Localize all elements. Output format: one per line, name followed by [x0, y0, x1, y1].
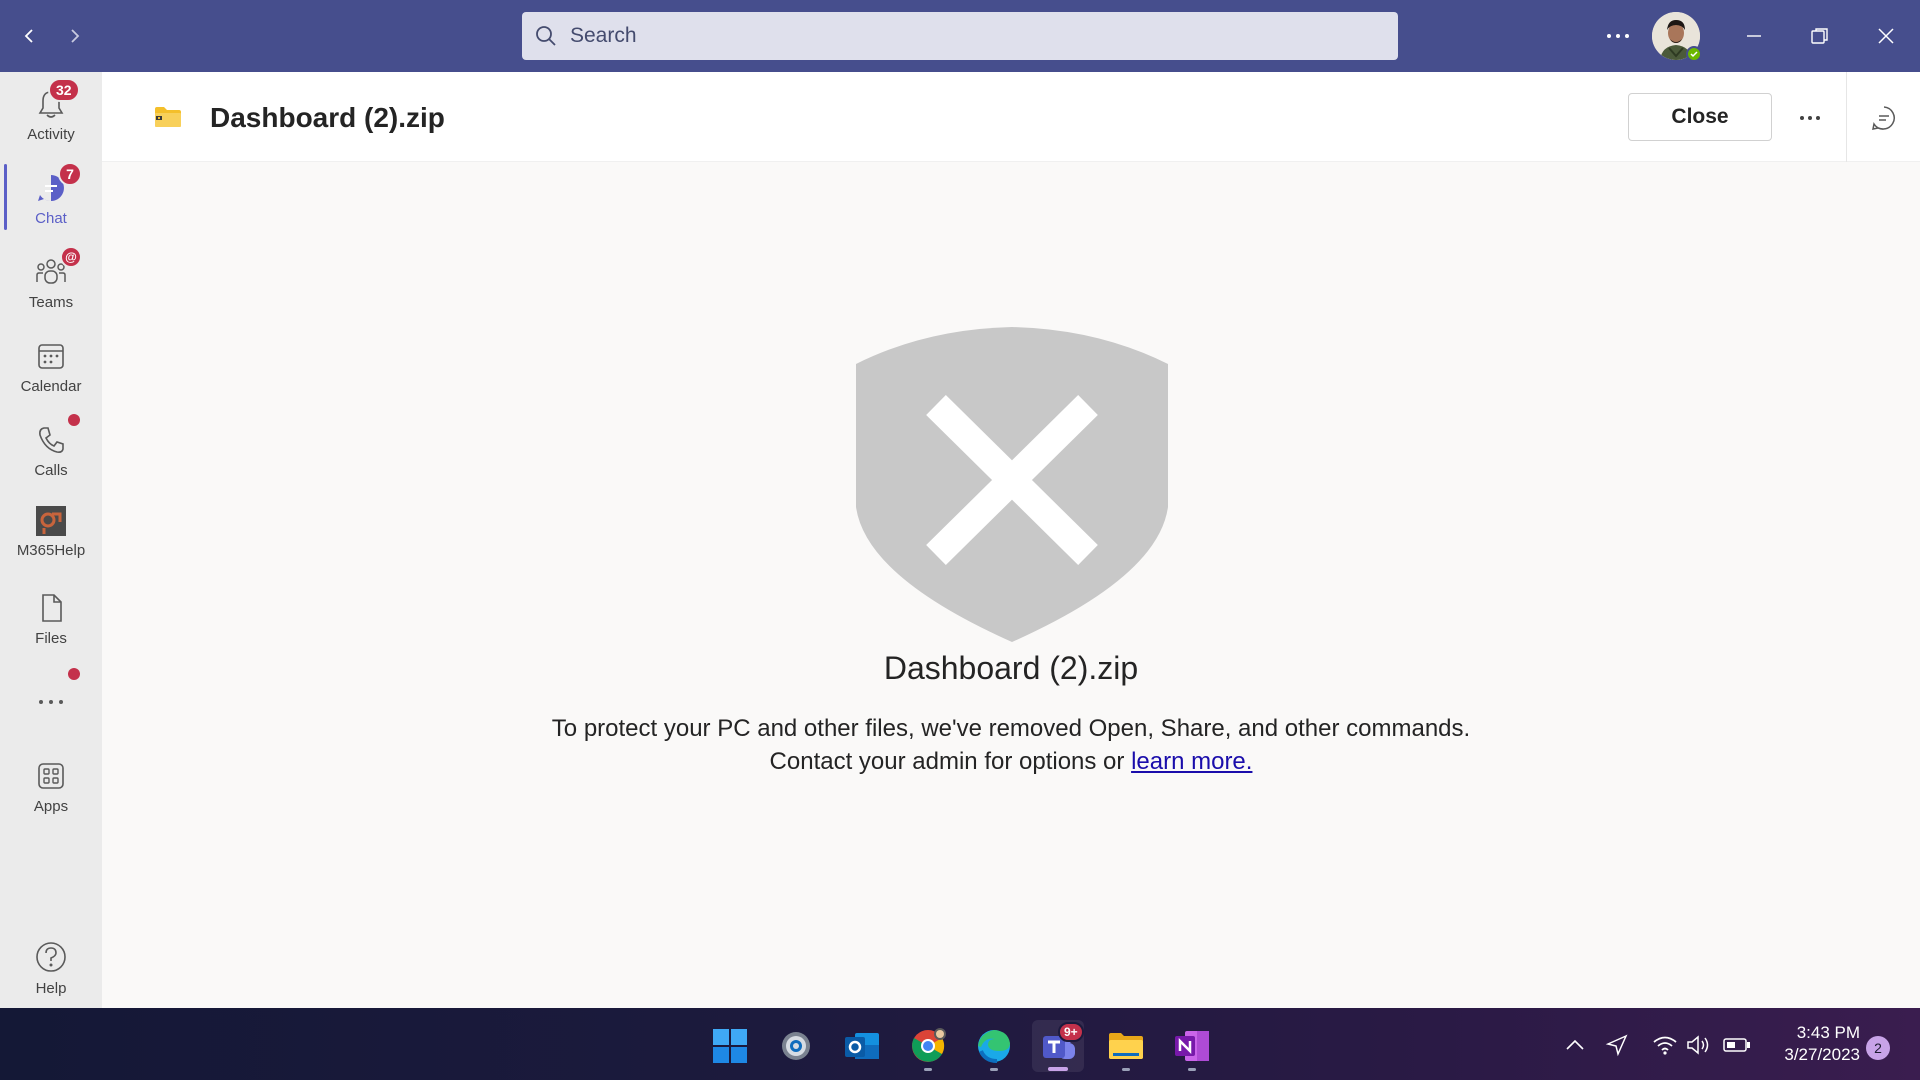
rail-label: Teams — [28, 294, 74, 311]
clock-date: 3/27/2023 — [1784, 1045, 1860, 1064]
rail-label: Chat — [35, 210, 67, 227]
rail-item-m365help[interactable]: M365Help — [0, 496, 102, 576]
admin-message-text: Contact your admin for options or — [769, 748, 1132, 775]
rail-label: Files — [35, 630, 67, 647]
more-apps-notification-dot — [68, 668, 80, 680]
rail-item-teams[interactable]: Teams — [0, 246, 102, 326]
learn-more-link[interactable]: learn more. — [1131, 748, 1252, 775]
title-bar — [0, 0, 1920, 72]
file-title: Dashboard (2).zip — [210, 102, 445, 133]
windows-logo-icon — [713, 1029, 747, 1063]
taskbar-edge[interactable] — [968, 1020, 1020, 1072]
back-button[interactable] — [14, 20, 46, 52]
show-conversation-button[interactable] — [1864, 98, 1904, 138]
close-icon — [1878, 28, 1894, 44]
location-tray-button[interactable] — [1602, 1030, 1632, 1060]
rail-item-calendar[interactable]: Calendar — [0, 330, 102, 410]
outlook-icon — [845, 1033, 879, 1059]
calls-notification-dot — [68, 414, 80, 426]
chevron-left-icon — [24, 29, 33, 43]
presence-available-icon — [1686, 46, 1702, 62]
more-options-button[interactable] — [1790, 100, 1830, 136]
windows-taskbar: 9+ 3:43 PM 3/27/2023 2 — [0, 1008, 1920, 1080]
rail-label: Help — [35, 980, 67, 997]
teams-taskbar-badge: 9+ — [1058, 1022, 1084, 1042]
clock-time: 3:43 PM — [1796, 1023, 1860, 1042]
rail-item-help[interactable]: Help — [0, 930, 102, 1010]
edge-icon — [978, 1030, 1010, 1063]
rail-item-apps[interactable]: Apps — [0, 750, 102, 830]
forward-button[interactable] — [58, 20, 90, 52]
close-button[interactable]: Close — [1628, 93, 1772, 141]
more-apps-button[interactable] — [0, 682, 102, 722]
admin-message: Contact your admin for options or learn … — [102, 748, 1920, 776]
gear-icon — [782, 1032, 810, 1060]
restore-icon — [1811, 28, 1828, 44]
wifi-tray-button[interactable] — [1650, 1030, 1680, 1060]
rail-item-chat[interactable]: Chat — [0, 162, 102, 242]
folder-icon — [1109, 1033, 1143, 1059]
calendar-icon — [38, 344, 64, 369]
ellipsis-icon — [39, 700, 63, 704]
taskbar-onenote[interactable] — [1166, 1020, 1218, 1072]
speaker-icon — [1687, 1035, 1709, 1055]
taskbar-file-explorer[interactable] — [1100, 1020, 1152, 1072]
chevron-up-icon — [1566, 1039, 1584, 1050]
chevron-right-icon — [71, 29, 80, 43]
window-close-button[interactable] — [1864, 16, 1908, 56]
rail-label: Apps — [33, 798, 69, 815]
m365help-app-icon — [36, 506, 66, 536]
help-icon — [36, 942, 66, 972]
volume-tray-button[interactable] — [1684, 1030, 1714, 1060]
battery-icon — [1723, 1038, 1750, 1052]
show-hidden-icons-button[interactable] — [1560, 1030, 1590, 1060]
wifi-icon — [1653, 1036, 1677, 1055]
app-bar: Activity 32 Chat 7 Teams @ Calendar Call… — [0, 72, 102, 1008]
zip-folder-icon — [155, 107, 181, 127]
search-input[interactable] — [570, 24, 1350, 48]
restore-button[interactable] — [1798, 16, 1842, 56]
blocked-file-name: Dashboard (2).zip — [883, 650, 1139, 686]
chat-badge: 7 — [58, 162, 82, 186]
file-icon — [42, 594, 62, 622]
battery-tray-button[interactable] — [1722, 1030, 1752, 1060]
blocked-shield-icon — [856, 327, 1168, 642]
rail-label: Calls — [34, 462, 68, 479]
rail-label: Activity — [27, 126, 75, 143]
teams-mention-badge: @ — [60, 246, 82, 268]
notification-count-badge[interactable]: 2 — [1866, 1036, 1890, 1060]
rail-item-calls[interactable]: Calls — [0, 414, 102, 494]
rail-label: Calendar — [20, 378, 82, 395]
location-arrow-icon — [1605, 1034, 1628, 1057]
apps-grid-icon — [38, 763, 64, 789]
rail-label: M365Help — [16, 542, 86, 559]
taskbar-outlook[interactable] — [836, 1020, 888, 1072]
ellipsis-icon — [1800, 116, 1820, 120]
ellipsis-icon — [1607, 34, 1629, 38]
onenote-icon — [1175, 1031, 1209, 1061]
taskbar-settings[interactable] — [770, 1020, 822, 1072]
search-bar[interactable] — [522, 12, 1398, 60]
rail-item-files[interactable]: Files — [0, 582, 102, 662]
search-icon — [536, 26, 556, 46]
chat-bubble-icon — [1872, 106, 1895, 130]
file-viewer-header: Dashboard (2).zip Close — [102, 72, 1920, 162]
phone-icon — [39, 427, 64, 453]
file-preview-area: Dashboard (2).zip To protect your PC and… — [102, 162, 1920, 1008]
start-button[interactable] — [704, 1020, 756, 1072]
system-clock[interactable]: 3:43 PM 3/27/2023 — [1766, 1022, 1860, 1066]
chrome-icon — [912, 1028, 946, 1062]
minimize-icon — [1747, 35, 1761, 37]
settings-more-button[interactable] — [1598, 20, 1638, 52]
activity-badge: 32 — [48, 78, 80, 102]
header-divider — [1846, 72, 1847, 162]
protection-message: To protect your PC and other files, we'v… — [551, 715, 1471, 742]
minimize-button[interactable] — [1732, 16, 1776, 56]
taskbar-chrome[interactable] — [902, 1020, 954, 1072]
